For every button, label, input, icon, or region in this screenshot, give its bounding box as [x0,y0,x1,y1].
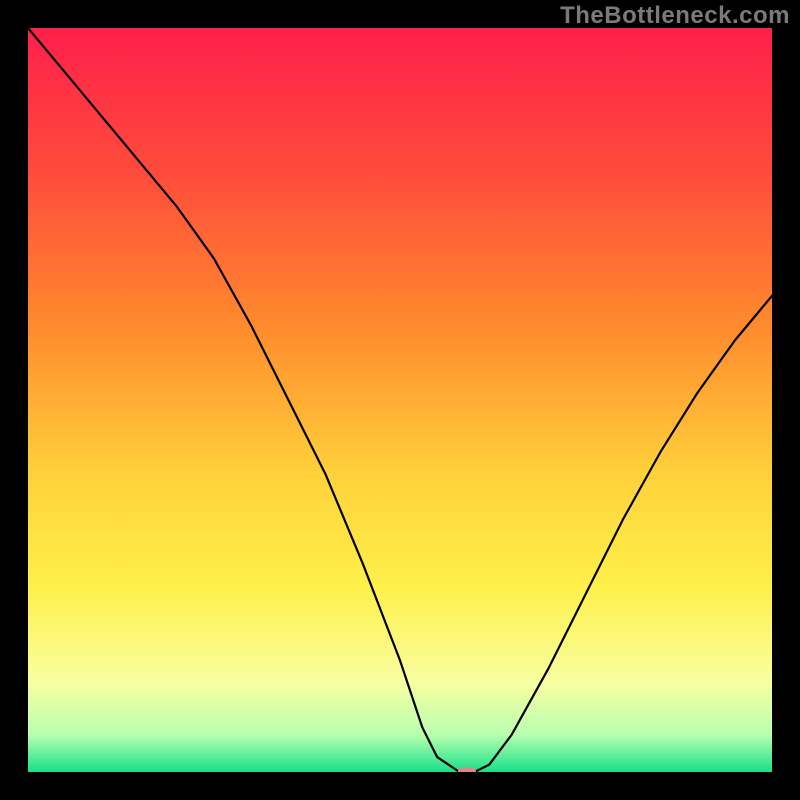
chart-frame: TheBottleneck.com [0,0,800,800]
bottleneck-chart [28,28,772,772]
optimal-point-marker [458,768,476,773]
watermark-text: TheBottleneck.com [560,2,790,30]
